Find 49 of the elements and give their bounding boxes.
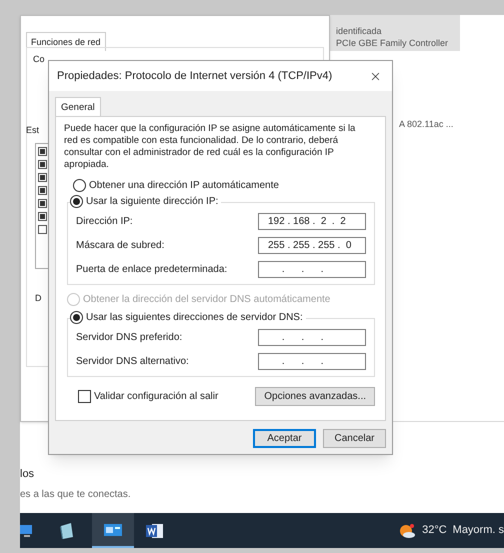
checkbox[interactable]: [38, 160, 47, 169]
radio-label: Usar las siguientes direcciones de servidor DNS:: [86, 312, 303, 322]
section-label: D: [35, 292, 42, 305]
weather-icon: [398, 522, 416, 538]
ip-address-field[interactable]: . . .: [258, 353, 366, 370]
radio-label: Obtener la dirección del servidor DNS automáticamente: [83, 294, 330, 304]
tab[interactable]: Funciones de red: [26, 32, 106, 51]
checkbox[interactable]: [38, 173, 47, 182]
section-title: los: [20, 467, 36, 482]
checkbox-label: Validar configuración al salir: [94, 390, 218, 404]
radio-button[interactable]: [70, 195, 83, 208]
weather-condition: Mayorm. s: [452, 523, 504, 538]
field-label: Máscara de subred:: [76, 239, 164, 253]
computer-icon[interactable]: [20, 522, 34, 538]
radio-button[interactable]: [70, 311, 83, 324]
advanced-options-button[interactable]: Opciones avanzadas...: [255, 387, 375, 406]
section-label: Co: [33, 53, 45, 66]
window-title: Propiedades: Protocolo de Internet versión 4 (TCP/IPv4): [57, 68, 332, 84]
checkbox[interactable]: [38, 147, 47, 156]
weather-temperature: 32°C: [422, 523, 447, 538]
checkbox[interactable]: [78, 390, 91, 403]
description-text: Puede hacer que la configuración IP se asigne automáticamente si la red es compatible con esta funcionalidad. De lo contrario, deberá consultar con el administrador de red cuál es la configuración IP apropiada.: [64, 123, 356, 171]
field-label: Puerta de enlace predeterminada:: [76, 263, 228, 277]
checkbox[interactable]: [38, 186, 47, 195]
word-icon[interactable]: [146, 522, 164, 538]
ip-address-field[interactable]: 255 . 255 . 255 . 0: [258, 237, 366, 254]
notepad-icon[interactable]: [58, 522, 76, 540]
section-description: es a las que te conectas.: [20, 488, 131, 502]
radio-button[interactable]: [73, 179, 86, 192]
radio-label: Obtener una dirección IP automáticamente: [89, 180, 279, 190]
window-app-icon: [104, 524, 122, 536]
field-label: Servidor DNS alternativo:: [76, 355, 189, 369]
ip-address-field[interactable]: . . .: [258, 329, 366, 346]
checkbox[interactable]: [38, 225, 47, 234]
adapter-text: A 802.11ac ...: [399, 118, 454, 131]
ip-address-field[interactable]: . . .: [258, 261, 366, 278]
ip-address-field[interactable]: 192 . 168 . 2 . 2: [258, 213, 366, 230]
tab[interactable]: General: [55, 97, 101, 116]
checkbox[interactable]: [38, 212, 47, 221]
taskbar-app-button[interactable]: [92, 513, 134, 548]
field-label: Dirección IP:: [76, 215, 133, 229]
adapter-text: PCIe GBE Family Controller: [336, 37, 450, 49]
accept-button[interactable]: Aceptar: [253, 429, 316, 448]
cancel-button[interactable]: Cancelar: [323, 429, 386, 448]
section-label: Est: [26, 124, 40, 137]
radio-label: Usar la siguiente dirección IP:: [86, 196, 218, 206]
checkbox[interactable]: [38, 199, 47, 208]
field-label: Servidor DNS preferido:: [76, 331, 182, 345]
adapter-text: identificada: [336, 25, 383, 37]
